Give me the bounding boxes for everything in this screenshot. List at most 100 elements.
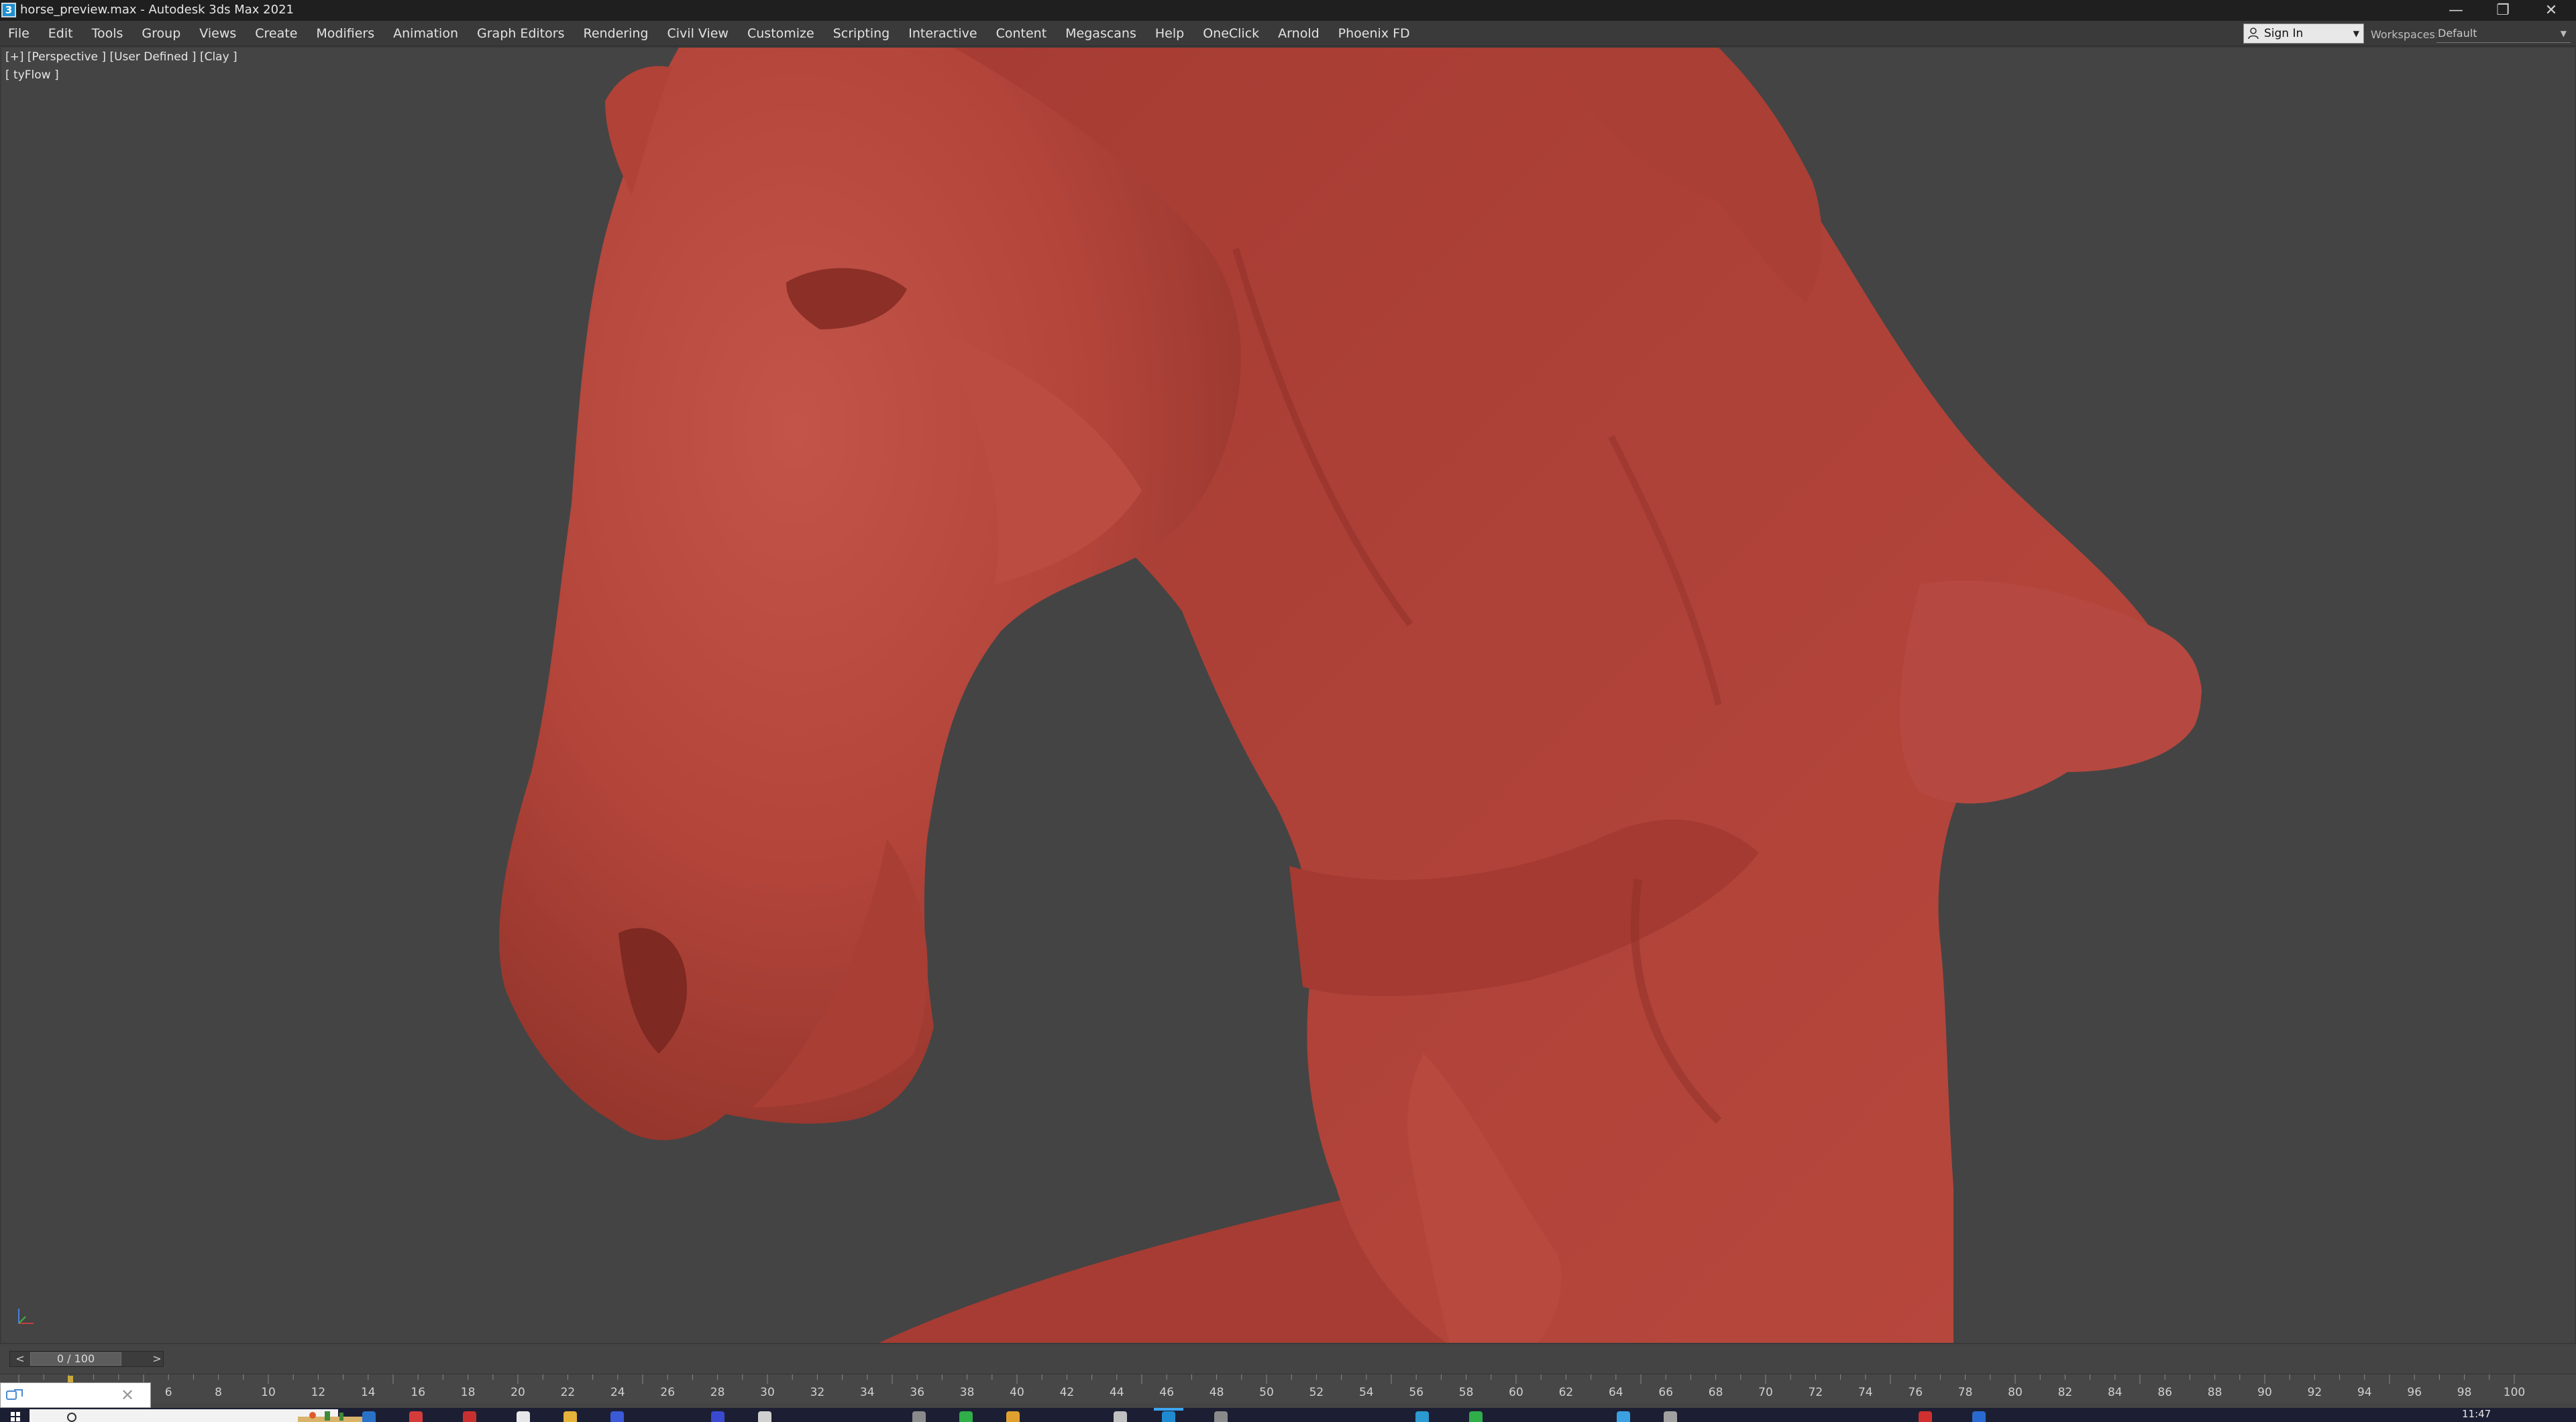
3dsmax-icon[interactable] <box>1162 1411 1175 1422</box>
timeline-label: 78 <box>1958 1386 1973 1399</box>
timeline-label: 20 <box>511 1386 525 1399</box>
next-frame-button[interactable]: > <box>150 1352 164 1366</box>
app-icon[interactable] <box>1006 1411 1020 1422</box>
menu-file[interactable]: File <box>8 25 30 42</box>
menu-views[interactable]: Views <box>199 25 236 42</box>
perspective-viewport[interactable]: [+] [Perspective ] [User Defined ] [Clay… <box>0 46 2576 1344</box>
taskbar-clock[interactable]: 11:47 <box>2462 1408 2491 1420</box>
user-icon <box>2248 28 2259 40</box>
title-bar: 3 horse_preview.max - Autodesk 3ds Max 2… <box>0 0 2576 21</box>
menu-help[interactable]: Help <box>1155 25 1184 42</box>
menu-group[interactable]: Group <box>142 25 180 42</box>
viewport-label-menu[interactable]: [+] [Perspective ] [User Defined ] [Clay… <box>5 50 237 64</box>
app-icon[interactable] <box>1664 1411 1677 1422</box>
app-icon[interactable] <box>711 1411 724 1422</box>
menu-megascans[interactable]: Megascans <box>1065 25 1136 42</box>
opera-icon[interactable] <box>463 1411 476 1422</box>
window-title: horse_preview.max - Autodesk 3ds Max 202… <box>20 3 294 17</box>
menu-interactive[interactable]: Interactive <box>908 25 977 42</box>
timeline-label: 16 <box>411 1386 425 1399</box>
time-slider[interactable]: < 0 / 100 > <box>9 1351 164 1367</box>
timeline-label: 90 <box>2257 1386 2272 1399</box>
main-menu: File Edit Tools Group Views Create Modif… <box>8 25 1410 42</box>
timeline-label: 18 <box>461 1386 476 1399</box>
menu-content[interactable]: Content <box>996 25 1047 42</box>
track-bar[interactable]: 46 8 10 12 14 16 18 20 22 24 26 28 30 32 34 36 38 40 42 44 4… <box>0 1374 2576 1403</box>
chevron-down-icon: ▼ <box>2353 29 2359 38</box>
active-app-indicator <box>1154 1408 1183 1411</box>
menu-modifiers[interactable]: Modifiers <box>316 25 374 42</box>
timeline-label: 6 <box>165 1386 172 1399</box>
app-icon[interactable] <box>758 1411 771 1422</box>
timeline-label: 58 <box>1459 1386 1474 1399</box>
app-icon[interactable] <box>1972 1411 1986 1422</box>
timeline-label: 54 <box>1359 1386 1374 1399</box>
app-icon[interactable] <box>610 1411 624 1422</box>
task-view-icon[interactable] <box>362 1411 376 1422</box>
timeline-label: 44 <box>1110 1386 1124 1399</box>
menu-graph-editors[interactable]: Graph Editors <box>477 25 564 42</box>
timeline-label: 46 <box>1159 1386 1174 1399</box>
menu-create[interactable]: Create <box>255 25 297 42</box>
menu-oneclick[interactable]: OneClick <box>1203 25 1259 42</box>
timeline-label: 32 <box>810 1386 825 1399</box>
tyflow-label[interactable]: [ tyFlow ] <box>5 68 59 82</box>
previous-frame-button[interactable]: < <box>13 1352 28 1366</box>
timeline-label: 68 <box>1709 1386 1723 1399</box>
timeline-label: 100 <box>2504 1386 2525 1399</box>
timeline-label: 24 <box>610 1386 625 1399</box>
timeline-label: 70 <box>1758 1386 1773 1399</box>
time-slider-thumb[interactable]: 0 / 100 <box>30 1352 121 1366</box>
timeline-label: 52 <box>1309 1386 1324 1399</box>
app-icon[interactable] <box>959 1411 973 1422</box>
timeline-label: 84 <box>2108 1386 2123 1399</box>
app-icon[interactable] <box>1469 1411 1483 1422</box>
chrome-icon[interactable] <box>409 1411 423 1422</box>
taskbar-search-box[interactable] <box>30 1409 365 1422</box>
menu-rendering[interactable]: Rendering <box>583 25 648 42</box>
menu-arnold[interactable]: Arnold <box>1278 25 1319 42</box>
timeline-label: 22 <box>561 1386 576 1399</box>
timeline-label: 66 <box>1658 1386 1673 1399</box>
timeline-label: 38 <box>960 1386 975 1399</box>
app-icon[interactable] <box>1617 1411 1630 1422</box>
timeline-label: 60 <box>1509 1386 1523 1399</box>
3dsmax-app-icon[interactable]: 3 <box>1 3 16 17</box>
menu-scripting[interactable]: Scripting <box>833 25 890 42</box>
timeline-label: 14 <box>361 1386 376 1399</box>
close-button[interactable]: ✕ <box>2528 0 2575 21</box>
sign-in-label: Sign In <box>2264 27 2304 40</box>
timeline-label: 76 <box>1908 1386 1923 1399</box>
timeline-label: 82 <box>2058 1386 2073 1399</box>
timeline-label: 42 <box>1060 1386 1075 1399</box>
app-icon[interactable] <box>1114 1411 1127 1422</box>
horse-sculpture-render <box>499 48 2202 1343</box>
current-frame-marker[interactable] <box>68 1376 73 1382</box>
menu-animation[interactable]: Animation <box>393 25 458 42</box>
timeline-label: 12 <box>311 1386 326 1399</box>
timeline-label: 48 <box>1210 1386 1224 1399</box>
app-icon[interactable] <box>517 1411 530 1422</box>
app-icon[interactable] <box>1919 1411 1932 1422</box>
menu-customize[interactable]: Customize <box>747 25 814 42</box>
sign-in-dropdown[interactable]: Sign In ▼ <box>2243 23 2364 44</box>
maxscript-mini-listener[interactable]: ✕ <box>0 1382 151 1408</box>
workspaces-select[interactable]: Default ▼ <box>2436 24 2571 43</box>
minimize-button[interactable]: — <box>2432 0 2479 21</box>
timeline-label: 72 <box>1809 1386 1823 1399</box>
app-icon[interactable] <box>912 1411 926 1422</box>
timeline-label: 94 <box>2357 1386 2372 1399</box>
app-icon[interactable] <box>1415 1411 1429 1422</box>
app-icon[interactable] <box>1214 1411 1228 1422</box>
menu-phoenix-fd[interactable]: Phoenix FD <box>1338 25 1410 42</box>
menu-edit[interactable]: Edit <box>48 25 73 42</box>
menu-civil-view[interactable]: Civil View <box>667 25 729 42</box>
explorer-icon[interactable] <box>564 1411 577 1422</box>
restore-button[interactable]: ❐ <box>2479 0 2526 21</box>
start-icon[interactable] <box>5 1411 25 1422</box>
workspaces-value: Default <box>2438 27 2477 40</box>
menu-tools[interactable]: Tools <box>92 25 123 42</box>
timeline-label: 74 <box>1858 1386 1873 1399</box>
timeline-label: 92 <box>2308 1386 2322 1399</box>
close-icon[interactable]: ✕ <box>117 1383 138 1407</box>
